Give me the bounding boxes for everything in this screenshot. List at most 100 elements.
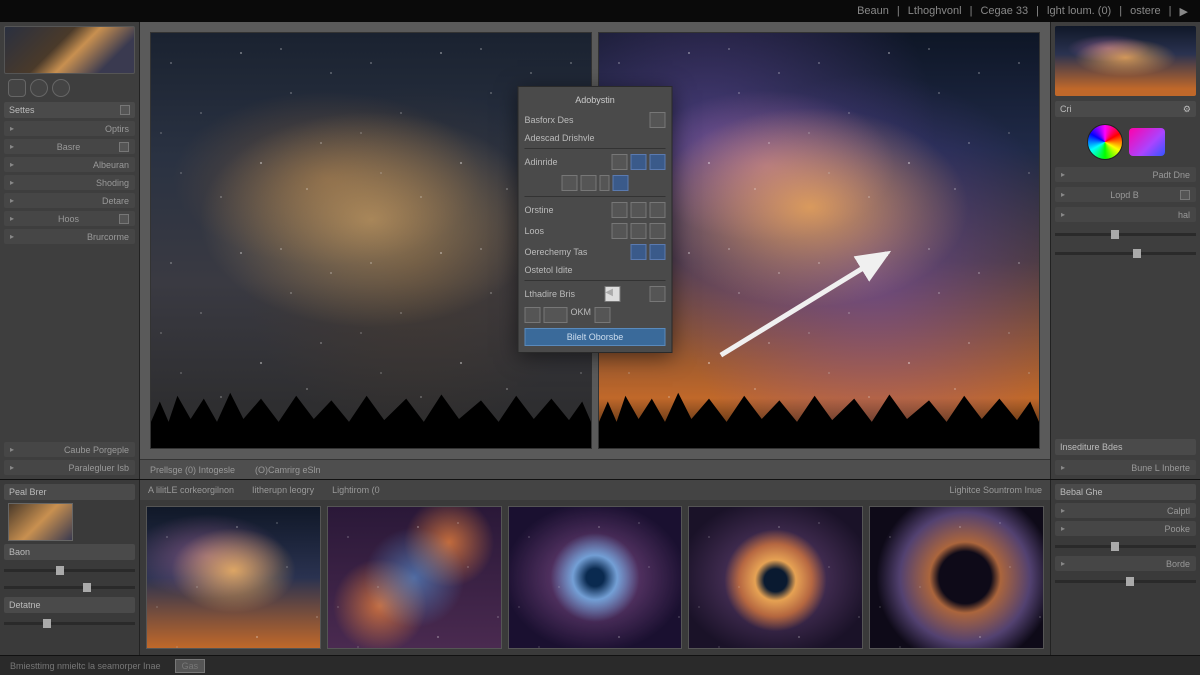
section-header[interactable]: Baon [4, 544, 135, 560]
filmstrip-header: A lilitLE corkeorgilnon Iitherupn leogry… [140, 480, 1050, 500]
dialog-label: Adescad Drishvle [525, 133, 595, 143]
panel-item[interactable]: Paralegluer Isb [4, 460, 135, 475]
bottom-right-panel: Bebal Ghe Calptl Pooke Borde [1050, 480, 1200, 655]
panel-item[interactable]: Calptl [1055, 503, 1196, 518]
topbar-item[interactable]: Lthoghvonl [908, 5, 962, 17]
preview-thumbnail[interactable] [1055, 26, 1196, 96]
section-header[interactable]: Peal Brer [4, 484, 135, 500]
topbar-item[interactable]: Beaun [857, 5, 889, 17]
film-tab[interactable]: Iitherupn leogry [252, 485, 314, 495]
tool-tile[interactable] [631, 202, 647, 218]
panel-item[interactable]: Hoos [4, 211, 135, 226]
preset-tile[interactable] [600, 175, 610, 191]
action-tile[interactable] [594, 307, 610, 323]
panel-item[interactable]: Optirs [4, 121, 135, 136]
bottom-strip: Peal Brer Baon Detatne A lilitLE corkeor… [0, 479, 1200, 655]
right-panel: Cri⚙ Padt Dne Lopd B hal Insediture Bdes… [1050, 22, 1200, 479]
viewport-infobar: Prellsge (0) Intogesle (O)Camrirg eSln [140, 459, 1050, 479]
tool-row [4, 77, 135, 99]
slider[interactable] [1055, 539, 1196, 553]
slider[interactable] [4, 563, 135, 577]
section-header[interactable]: Bebal Ghe [1055, 484, 1196, 500]
film-tab[interactable]: A lilitLE corkeorgilnon [148, 485, 234, 495]
panel-item[interactable]: Pooke [1055, 521, 1196, 536]
filmstrip-item[interactable] [146, 506, 321, 649]
info-label: (O)Camrirg eSln [255, 465, 321, 475]
tool-tile[interactable] [612, 202, 628, 218]
film-tab[interactable]: Lightirom (0 [332, 485, 380, 495]
dialog-title: Adobystin [525, 93, 666, 107]
left-panel: Settes Optirs Basre Albeuran Shoding Det… [0, 22, 140, 479]
panel-item[interactable]: Detare [4, 193, 135, 208]
slider[interactable] [1055, 246, 1196, 260]
tool-tile[interactable] [650, 202, 666, 218]
preset-tile[interactable] [562, 175, 578, 191]
section-header[interactable]: Settes [4, 102, 135, 118]
slider[interactable] [1055, 574, 1196, 588]
status-button[interactable]: Gas [175, 659, 206, 673]
filmstrip-item[interactable] [508, 506, 683, 649]
panel-item[interactable]: hal [1055, 207, 1196, 222]
panel-item[interactable]: Borde [1055, 556, 1196, 571]
mode-tile[interactable] [650, 154, 666, 170]
dialog-label: Orstine [525, 205, 554, 215]
panel-item[interactable]: Brurcorme [4, 229, 135, 244]
dialog-apply-button[interactable]: Bilelt Oborsbe [525, 328, 666, 346]
preset-tile[interactable] [581, 175, 597, 191]
color-wheel[interactable] [1087, 124, 1123, 160]
toggle-icon [120, 105, 130, 115]
panel-item[interactable]: Padt Dne [1055, 167, 1196, 182]
dialog-label: Basforx Des [525, 115, 574, 125]
dialog-label: Loos [525, 226, 545, 236]
action-tile[interactable] [525, 307, 541, 323]
dialog-label: Lthadire Bris [525, 289, 576, 299]
dialog-label: Ostetol Idite [525, 265, 666, 275]
panel-item[interactable]: Caube Porgeple [4, 442, 135, 457]
tool-tile[interactable] [650, 223, 666, 239]
info-label: Prellsge (0) Intogesle [150, 465, 235, 475]
gradient-swatch[interactable] [1129, 128, 1165, 156]
dialog-label: Adinride [525, 157, 558, 167]
circle-tool-icon[interactable] [52, 79, 70, 97]
gear-icon: ⚙ [1183, 104, 1191, 115]
mini-thumbnail[interactable] [8, 503, 73, 541]
tool-tile[interactable] [612, 223, 628, 239]
status-bar: Bmiesttimg nmieltc la seamorper Inae Gas [0, 655, 1200, 675]
action-tile[interactable] [544, 307, 568, 323]
slider[interactable] [1055, 227, 1196, 241]
film-tab[interactable]: Lighitce Sountrom Inue [949, 485, 1042, 495]
play-icon[interactable]: ▶ [1180, 5, 1188, 18]
preset-tile[interactable] [613, 175, 629, 191]
filmstrip-item[interactable] [327, 506, 502, 649]
status-text: Bmiesttimg nmieltc la seamorper Inae [10, 661, 161, 671]
tool-tile[interactable] [650, 286, 666, 302]
tool-tile[interactable] [631, 223, 647, 239]
ellipse-tool-icon[interactable] [30, 79, 48, 97]
tool-tile[interactable] [631, 244, 647, 260]
topbar-item[interactable]: ostere [1130, 5, 1161, 17]
section-header[interactable]: Insediture Bdes [1055, 439, 1196, 455]
tool-tile[interactable] [650, 244, 666, 260]
panel-item[interactable]: Albeuran [4, 157, 135, 172]
panel-item[interactable]: Shoding [4, 175, 135, 190]
topbar-item[interactable]: Cegae 33 [980, 5, 1028, 17]
adjustments-dialog[interactable]: Adobystin Basforx Des Adescad Drishvle A… [518, 86, 673, 353]
topbar-item[interactable]: lght loum. (0) [1047, 5, 1111, 17]
panel-item[interactable]: Basre [4, 139, 135, 154]
mode-tile[interactable] [631, 154, 647, 170]
play-tile-icon[interactable]: ◀ [604, 286, 620, 302]
dialog-label: Oerechemy Tas [525, 247, 588, 257]
curve-tool-icon[interactable] [8, 79, 26, 97]
navigator-thumbnail[interactable] [4, 26, 135, 74]
panel-item[interactable]: Bune L Inberte [1055, 460, 1196, 475]
filmstrip-item[interactable] [869, 506, 1044, 649]
panel-item[interactable]: Lopd B [1055, 187, 1196, 202]
slider[interactable] [4, 616, 135, 630]
slider[interactable] [4, 580, 135, 594]
section-header[interactable]: Cri⚙ [1055, 101, 1196, 117]
close-icon[interactable] [650, 112, 666, 128]
viewport: Adobystin Basforx Des Adescad Drishvle A… [140, 22, 1050, 479]
filmstrip-item[interactable] [688, 506, 863, 649]
mode-tile[interactable] [612, 154, 628, 170]
section-header[interactable]: Detatne [4, 597, 135, 613]
